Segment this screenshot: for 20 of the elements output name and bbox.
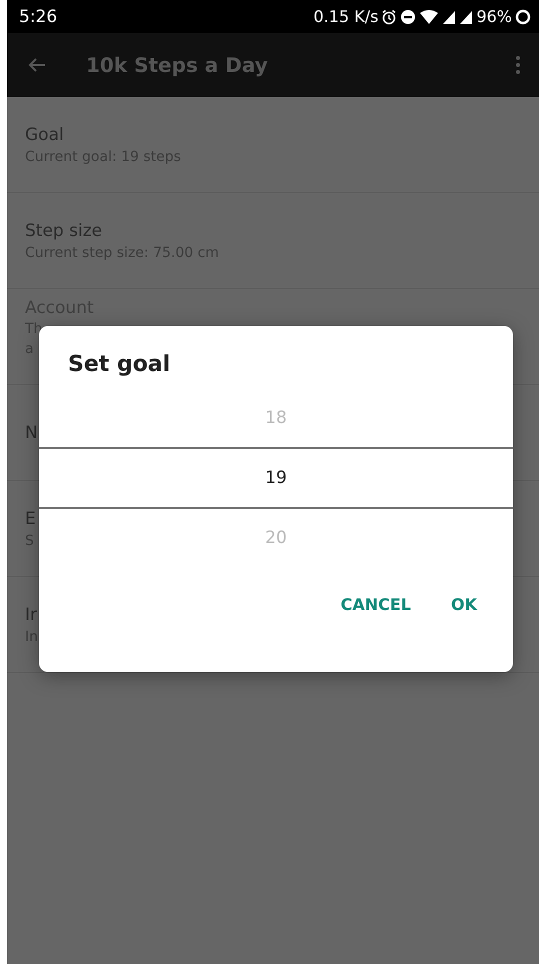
picker-value[interactable]: 20 — [39, 509, 513, 567]
picker-value[interactable]: 19 — [39, 447, 513, 509]
wifi-icon — [419, 8, 440, 24]
ok-button[interactable]: OK — [441, 587, 487, 622]
status-time: 5:26 — [19, 6, 58, 26]
do-not-disturb-icon — [400, 8, 416, 24]
app-title: 10k Steps a Day — [86, 53, 269, 77]
network-speed: 0.15 K/s — [314, 7, 378, 26]
battery-icon — [515, 8, 531, 24]
more-options-button[interactable] — [515, 55, 521, 75]
back-arrow-icon — [28, 57, 46, 73]
signal-icon — [442, 8, 456, 24]
alarm-icon — [381, 8, 398, 24]
picker-value[interactable]: 18 — [39, 389, 513, 447]
dialog-title: Set goal — [68, 352, 172, 377]
back-button[interactable] — [28, 57, 46, 73]
signal-icon — [459, 8, 474, 24]
cancel-button[interactable]: CANCEL — [330, 587, 421, 622]
battery-level: 96% — [476, 7, 512, 26]
more-options-icon — [515, 55, 521, 75]
